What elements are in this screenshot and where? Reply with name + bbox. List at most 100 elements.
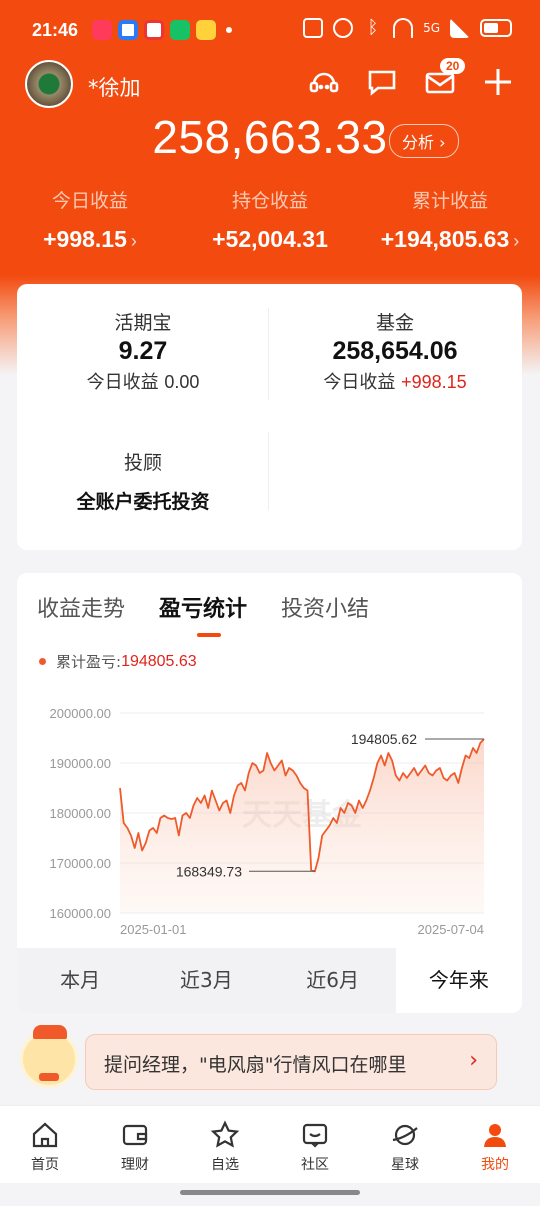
earnings-values: +998.15 › +52,004.31 +194,805.63 › xyxy=(0,226,540,253)
tab-label: 自选 xyxy=(211,1157,239,1173)
community-icon xyxy=(302,1123,328,1148)
tab-label: 社区 xyxy=(301,1157,329,1173)
period-selector: 本月 近3月 近6月 今年来 xyxy=(17,948,522,1013)
tab-label: 理财 xyxy=(121,1157,149,1173)
user-icon xyxy=(484,1124,506,1147)
tab-community[interactable]: 社区 xyxy=(270,1106,360,1183)
advisor-account[interactable]: 投顾 全账户委托投资 xyxy=(17,448,269,514)
holding-earnings-value: +52,004.31 xyxy=(212,226,328,252)
tab-investment-summary[interactable]: 投资小结 xyxy=(281,591,369,623)
username[interactable]: *徐加 xyxy=(88,72,141,102)
status-right: ᛒ 5G xyxy=(303,18,512,38)
legend-label: 累计盈亏: xyxy=(56,653,122,671)
chart-legend: 累计盈亏: 194805.63 xyxy=(39,651,197,672)
chart-tabs: 收益走势 盈亏统计 投资小结 xyxy=(37,591,369,637)
status-time: 21:46 xyxy=(32,20,79,40)
bluetooth-icon: ᛒ xyxy=(367,17,379,38)
wifi-icon xyxy=(393,18,414,38)
star-icon xyxy=(210,1120,240,1148)
profit-chart[interactable]: 200000.00 190000.00 180000.00 170000.00 1600… xyxy=(17,693,522,943)
period-6-months[interactable]: 近6月 xyxy=(270,948,396,1013)
customer-service-icon[interactable] xyxy=(308,66,340,98)
wallet-icon xyxy=(122,1124,148,1146)
add-icon[interactable] xyxy=(482,66,514,98)
tab-label: 首页 xyxy=(31,1157,59,1173)
app-notification-icon xyxy=(92,20,112,40)
y-tick-label: 160000.00 xyxy=(50,906,111,921)
bottom-tab-bar: 首页 理财 自选 社区 星球 我的 xyxy=(0,1105,540,1183)
tab-mine[interactable]: 我的 xyxy=(450,1106,540,1183)
fund-account[interactable]: 基金 258,654.06 今日收益 +998.15 xyxy=(269,308,521,394)
holding-earnings[interactable]: +52,004.31 xyxy=(180,226,360,253)
ask-manager-banner[interactable]: 提问经理，"电风扇"行情风口在哪里 › xyxy=(85,1034,497,1090)
period-this-month[interactable]: 本月 xyxy=(17,948,143,1013)
today-earnings-label: 今日收益 xyxy=(51,190,128,212)
chevron-right-icon: › xyxy=(513,231,520,251)
total-assets: 258,663.33 xyxy=(0,110,540,164)
fund-amount: 258,654.06 xyxy=(332,337,458,365)
x-tick-label: 2025-07-04 xyxy=(418,922,485,937)
cumulative-earnings-value: +194,805.63 xyxy=(380,226,510,252)
period-ytd[interactable]: 今年来 xyxy=(395,948,522,1013)
tab-profit-stats[interactable]: 盈亏统计 xyxy=(159,591,247,637)
home-icon xyxy=(32,1122,58,1148)
tab-earnings-trend[interactable]: 收益走势 xyxy=(37,591,125,623)
annotation-max-label: 194805.62 xyxy=(351,731,417,747)
holding-earnings-label: 持仓收益 xyxy=(231,190,308,212)
huoqibao-title: 活期宝 xyxy=(114,312,172,334)
planet-icon xyxy=(392,1124,418,1146)
avatar[interactable] xyxy=(25,60,73,108)
cumulative-earnings-label: 累计收益 xyxy=(411,190,488,212)
today-earnings[interactable]: +998.15 › xyxy=(0,226,180,253)
mascot-icon[interactable] xyxy=(20,1025,78,1088)
advisor-title: 投顾 xyxy=(123,452,162,474)
app-notification-icon xyxy=(118,20,138,40)
more-notifications-dot xyxy=(226,27,232,33)
tab-label: 星球 xyxy=(391,1157,419,1173)
analyze-button[interactable]: 分析 › xyxy=(389,124,459,158)
chevron-right-icon: › xyxy=(469,1048,478,1073)
battery-icon xyxy=(480,19,512,37)
mail-icon[interactable]: 20 xyxy=(424,58,466,98)
profit-chart-card: 收益走势 盈亏统计 投资小结 累计盈亏: 194805.63 200000.00… xyxy=(17,573,522,1013)
huoqibao-today: 今日收益 0.00 xyxy=(17,368,269,394)
earnings-labels: 今日收益 持仓收益 累计收益 xyxy=(0,186,540,213)
today-label: 今日收益 xyxy=(86,372,159,393)
y-tick-label: 200000.00 xyxy=(50,706,111,721)
today-earnings-value: +998.15 xyxy=(43,226,127,252)
cumulative-earnings[interactable]: +194,805.63 › xyxy=(360,226,540,253)
y-tick-label: 190000.00 xyxy=(50,756,111,771)
x-tick-label: 2025-01-01 xyxy=(120,922,187,937)
chevron-right-icon: › xyxy=(130,231,137,251)
annotation-min-label: 168349.73 xyxy=(176,863,242,879)
network-type: 5G xyxy=(423,21,440,35)
huoqibao-account[interactable]: 活期宝 9.27 今日收益 0.00 xyxy=(17,308,269,394)
fund-today-value: +998.15 xyxy=(401,372,467,392)
legend-value: 194805.63 xyxy=(121,652,197,670)
huoqibao-amount: 9.27 xyxy=(118,337,168,365)
app-notification-icon xyxy=(170,20,190,40)
notification-icons xyxy=(92,20,232,40)
y-tick-label: 180000.00 xyxy=(50,806,111,821)
tab-watchlist[interactable]: 自选 xyxy=(180,1106,270,1183)
advisor-desc: 全账户委托投资 xyxy=(76,491,210,513)
tab-label: 我的 xyxy=(481,1157,509,1173)
status-bar: 21:46 ᛒ 5G xyxy=(0,0,540,62)
signal-icon xyxy=(450,18,470,38)
legend-dot xyxy=(39,658,46,665)
tab-home[interactable]: 首页 xyxy=(0,1106,90,1183)
tab-wealth[interactable]: 理财 xyxy=(90,1106,180,1183)
chat-icon[interactable] xyxy=(366,66,398,98)
total-assets-value: 258,663.33 xyxy=(152,111,388,163)
accounts-card: 活期宝 9.27 今日收益 0.00 基金 258,654.06 今日收益 +9… xyxy=(17,284,522,550)
alarm-icon xyxy=(333,18,354,38)
tab-planet[interactable]: 星球 xyxy=(360,1106,450,1183)
fund-today: 今日收益 +998.15 xyxy=(269,368,521,394)
app-notification-icon xyxy=(196,20,216,40)
app-notification-icon xyxy=(144,20,164,40)
fund-title: 基金 xyxy=(375,312,414,334)
period-3-months[interactable]: 近3月 xyxy=(143,948,269,1013)
header-actions: 20 xyxy=(308,58,514,98)
message-badge: 20 xyxy=(440,58,466,74)
y-tick-label: 170000.00 xyxy=(50,856,111,871)
